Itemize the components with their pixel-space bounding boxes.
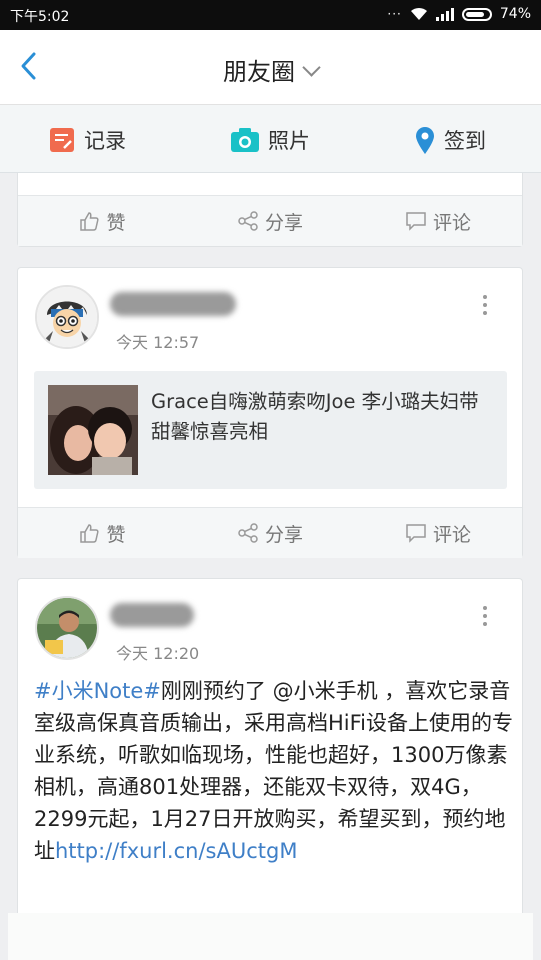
status-time: 下午5:02 — [10, 9, 70, 25]
more-dots-icon: ··· — [387, 7, 402, 21]
like-label: 赞 — [106, 523, 126, 546]
url-link[interactable]: http://fxurl.cn/sAUctgM — [55, 839, 297, 863]
location-pin-icon — [416, 127, 434, 154]
hashtag-link[interactable]: #小米Note# — [34, 679, 161, 703]
card-action-bar: 赞 分享 评论 — [18, 195, 522, 246]
share-icon — [238, 211, 258, 231]
like-button[interactable]: 赞 — [18, 208, 186, 235]
like-button[interactable]: 赞 — [18, 520, 186, 547]
share-button[interactable]: 分享 — [186, 208, 354, 235]
wifi-icon — [410, 7, 427, 20]
comment-button[interactable]: 评论 — [354, 520, 522, 547]
post-time: 今天 12:20 — [116, 644, 200, 663]
record-label: 记录 — [84, 129, 126, 153]
feed-card: 今天 12:20 #小米Note#刚刚预约了 @小米手机 ，喜欢它录音室级高保真… — [17, 578, 523, 960]
card-action-bar: 赞 分享 评论 — [18, 507, 522, 558]
page-title: 朋友圈 — [223, 58, 295, 86]
app-header: 朋友圈 — [0, 30, 541, 105]
status-bar: 下午5:02 ··· 74% — [0, 0, 541, 30]
like-label: 赞 — [106, 211, 126, 234]
shared-link-card[interactable]: Grace自嗨激萌索吻Joe 李小璐夫妇带甜馨惊喜亮相 — [34, 371, 507, 489]
avatar[interactable] — [35, 285, 99, 349]
username-redacted — [110, 292, 236, 316]
camera-icon — [231, 128, 259, 152]
feed-card-partial: 赞 分享 评论 — [17, 173, 523, 247]
checkin-label: 签到 — [444, 129, 486, 153]
comment-label: 评论 — [432, 523, 471, 546]
link-title: Grace自嗨激萌索吻Joe 李小璐夫妇带甜馨惊喜亮相 — [151, 390, 479, 443]
title-dropdown[interactable]: 朋友圈 — [0, 52, 541, 87]
post-time: 今天 12:57 — [116, 333, 200, 352]
feed-card: 今天 12:57 Grace自嗨激萌索吻Joe 李小璐夫妇带甜馨惊喜亮相 赞 分… — [17, 267, 523, 558]
more-options-icon[interactable] — [483, 606, 489, 626]
comment-button[interactable]: 评论 — [354, 208, 522, 235]
link-thumbnail — [48, 385, 138, 475]
username-redacted — [110, 603, 194, 627]
checkin-button[interactable]: 签到 — [414, 125, 486, 155]
avatar[interactable] — [35, 596, 99, 660]
bottom-overlay — [8, 913, 533, 960]
share-label: 分享 — [264, 211, 303, 234]
battery-percent: 74% — [499, 6, 531, 22]
share-label: 分享 — [264, 523, 303, 546]
photo-button[interactable]: 照片 — [230, 125, 310, 155]
comment-label: 评论 — [432, 211, 471, 234]
photo-label: 照片 — [268, 129, 310, 153]
chevron-down-icon — [302, 58, 321, 77]
signal-icon — [435, 7, 454, 21]
post-body: #小米Note#刚刚预约了 @小米手机 ，喜欢它录音室级高保真音质输出，采用高档… — [34, 675, 514, 867]
battery-icon — [461, 7, 492, 21]
comment-icon — [406, 524, 426, 543]
more-options-icon[interactable] — [483, 295, 489, 315]
compose-actions: 记录 照片 签到 — [0, 105, 541, 173]
record-icon — [50, 128, 74, 152]
share-icon — [238, 523, 258, 543]
post-text: 刚刚预约了 @小米手机 ，喜欢它录音室级高保真音质输出，采用高档HiFi设备上使… — [34, 679, 514, 863]
thumbs-up-icon — [80, 212, 100, 231]
share-button[interactable]: 分享 — [186, 520, 354, 547]
thumbs-up-icon — [80, 524, 100, 543]
comment-icon — [406, 212, 426, 231]
record-button[interactable]: 记录 — [48, 125, 126, 155]
